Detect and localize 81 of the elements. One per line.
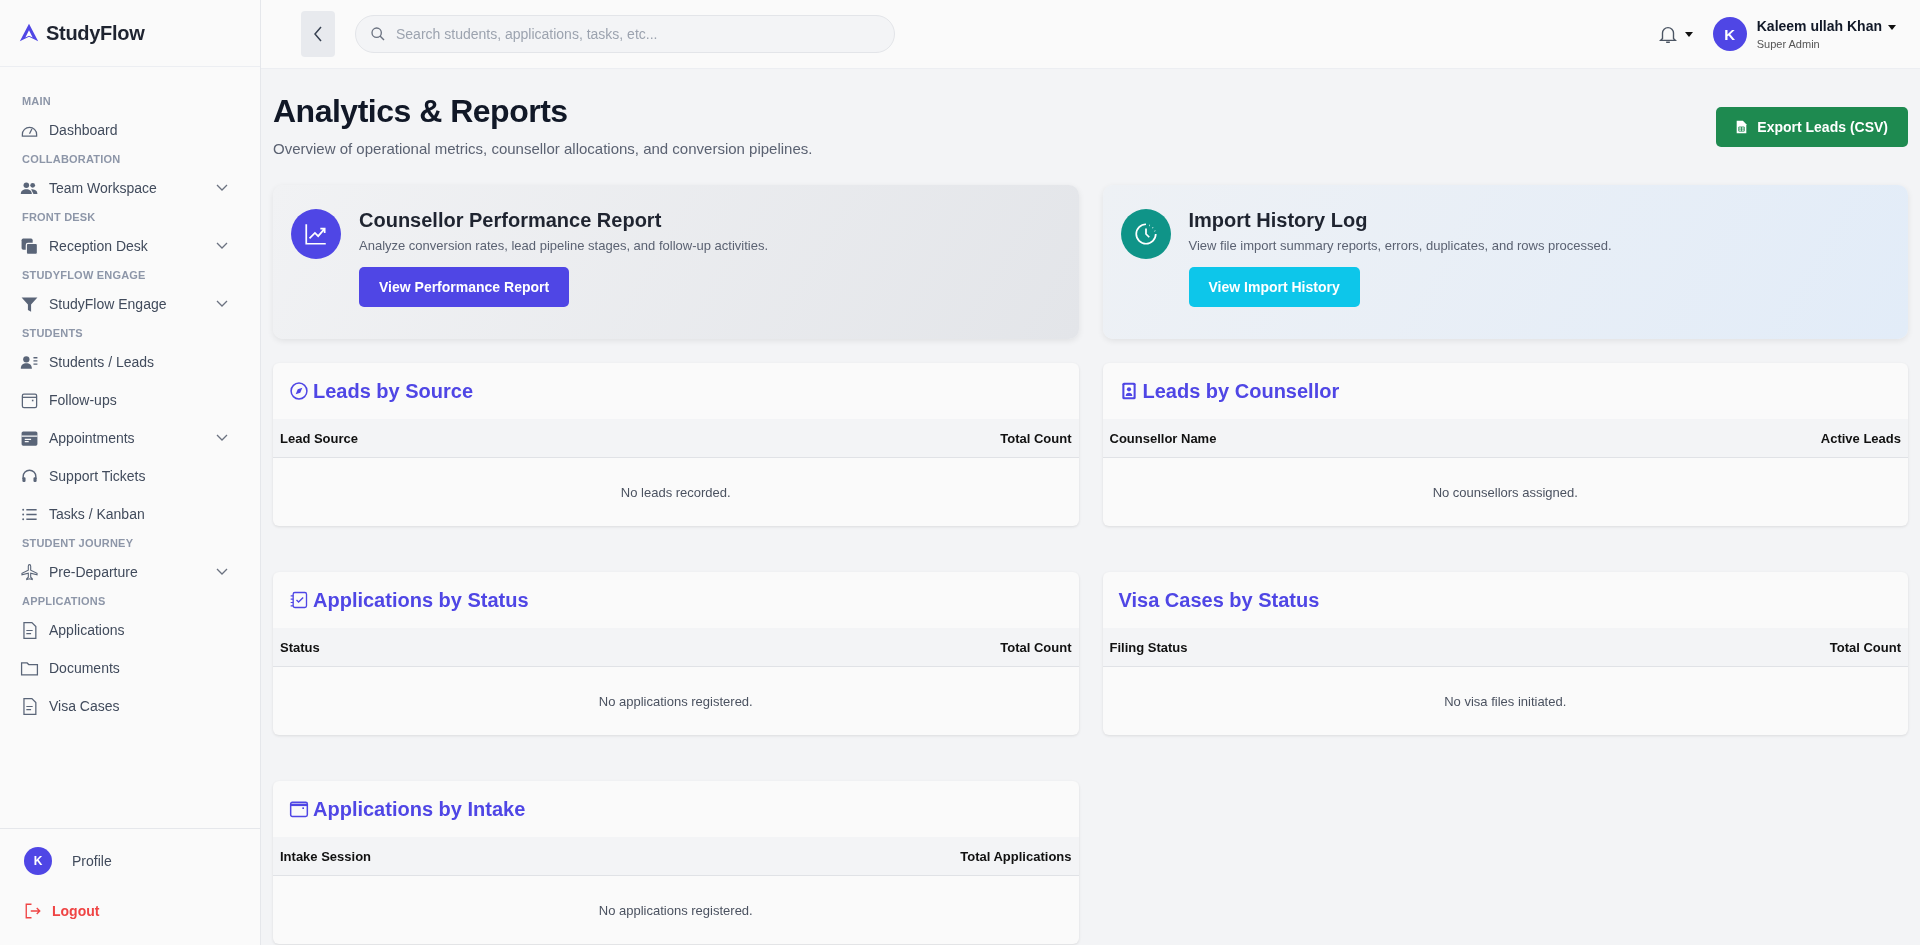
avatar: K: [24, 847, 52, 875]
user-menu[interactable]: K Kaleem ullah Khan Super Admin: [1712, 17, 1896, 51]
profile-label: Profile: [72, 853, 112, 869]
nav-section-heading: FRONT DESK: [21, 211, 97, 223]
search-icon: [370, 26, 386, 42]
column-header: Total Count: [1829, 639, 1901, 655]
column-header: Intake Session: [280, 848, 372, 864]
empty-message: No applications registered.: [597, 901, 754, 920]
search-field[interactable]: Search students, applications, tasks, etc...: [355, 15, 895, 53]
nav-section-heading: STUDENTS: [21, 327, 84, 339]
plane-icon: [20, 562, 39, 582]
nav-item[interactable]: Students / Leads: [0, 345, 260, 379]
column-header: Active Leads: [1820, 430, 1901, 446]
empty-message: No visa files initiated.: [1443, 692, 1568, 711]
avatar: K: [1712, 17, 1747, 51]
clock-icon: [1120, 209, 1171, 259]
calendar-icon: [289, 799, 309, 819]
logout-link[interactable]: Logout: [0, 891, 124, 931]
user-role: Super Admin: [1756, 38, 1821, 50]
nav-section-heading: STUDENT JOURNEY: [21, 537, 135, 549]
caret-icon: [1888, 25, 1896, 30]
column-header: Total Count: [1000, 430, 1072, 446]
nav-item[interactable]: Appointments: [0, 421, 260, 455]
brand-name: StudyFlow: [46, 21, 145, 45]
report-button[interactable]: View Performance Report: [359, 267, 570, 307]
nav-item[interactable]: Tasks / Kanban: [0, 497, 260, 531]
chevron-down-icon: [216, 242, 228, 250]
caret-icon: [1684, 31, 1693, 37]
nav-item[interactable]: Documents: [0, 651, 260, 685]
checklist-icon: [289, 590, 309, 610]
column-header: Counsellor Name: [1109, 430, 1217, 446]
nav-item[interactable]: Team Workspace: [0, 171, 260, 205]
report-title: Counsellor Performance Report: [359, 209, 663, 232]
funnel-icon: [20, 294, 39, 314]
nav-item[interactable]: Follow-ups: [0, 383, 260, 417]
logout-icon: [24, 902, 42, 920]
column-header: Total Applications: [960, 848, 1072, 864]
table-title: Applications by Status: [313, 588, 529, 612]
empty-message: No counsellors assigned.: [1431, 483, 1579, 502]
report-title: Import History Log: [1188, 209, 1369, 232]
table-title: Leads by Counsellor: [1142, 379, 1340, 403]
nav-item[interactable]: StudyFlow Engage: [0, 287, 260, 321]
column-header: Lead Source: [280, 430, 359, 446]
export-button[interactable]: Export Leads (CSV): [1716, 107, 1908, 147]
chevron-left-icon: [313, 26, 323, 42]
nav-section-heading: MAIN: [21, 95, 52, 107]
nav-item[interactable]: Visa Cases: [0, 689, 260, 723]
file-icon: [20, 620, 39, 640]
user-name: Kaleem ullah Khan: [1756, 18, 1882, 34]
nav-item[interactable]: Dashboard: [0, 113, 260, 147]
column-header: Status: [280, 639, 320, 655]
card-icon: [20, 428, 39, 448]
report-description: View file import summary reports, errors, duplicates, and rows processed.: [1188, 238, 1612, 253]
table-title: Visa Cases by Status: [1118, 588, 1320, 612]
nav-item[interactable]: Pre-Departure: [0, 555, 260, 589]
file-icon: [20, 696, 39, 716]
nav-item[interactable]: Support Tickets: [0, 459, 260, 493]
nav-section-heading: APPLICATIONS: [21, 595, 107, 607]
compass-icon: [289, 381, 309, 401]
spreadsheet-file-icon: [1736, 120, 1748, 134]
empty-message: No applications registered.: [597, 692, 754, 711]
line-chart-icon: [291, 209, 341, 259]
report-description: Analyze conversion rates, lead pipeline stages, and follow-up activities.: [359, 238, 768, 253]
column-header: Filing Status: [1109, 639, 1188, 655]
page-subtitle: Overview of operational metrics, counsellor allocations, and conversion pipelines.: [273, 140, 813, 157]
page-title: Analytics & Reports: [273, 93, 569, 130]
nav-item[interactable]: Applications: [0, 613, 260, 647]
nav-section-heading: STUDYFLOW ENGAGE: [21, 269, 147, 281]
empty-message: No leads recorded.: [619, 483, 732, 502]
column-header: Total Count: [1000, 639, 1072, 655]
nav-item[interactable]: Reception Desk: [0, 229, 260, 263]
logo-icon: [18, 22, 40, 44]
chevron-down-icon: [216, 434, 228, 442]
squares-icon: [20, 236, 39, 256]
table-title: Leads by Source: [313, 379, 474, 403]
profile-link[interactable]: K Profile: [0, 841, 260, 881]
chevron-down-icon: [216, 184, 228, 192]
chevron-down-icon: [216, 568, 228, 576]
nav-section-heading: COLLABORATION: [21, 153, 122, 165]
table-title: Applications by Intake: [313, 797, 526, 821]
chevron-down-icon: [216, 300, 228, 308]
